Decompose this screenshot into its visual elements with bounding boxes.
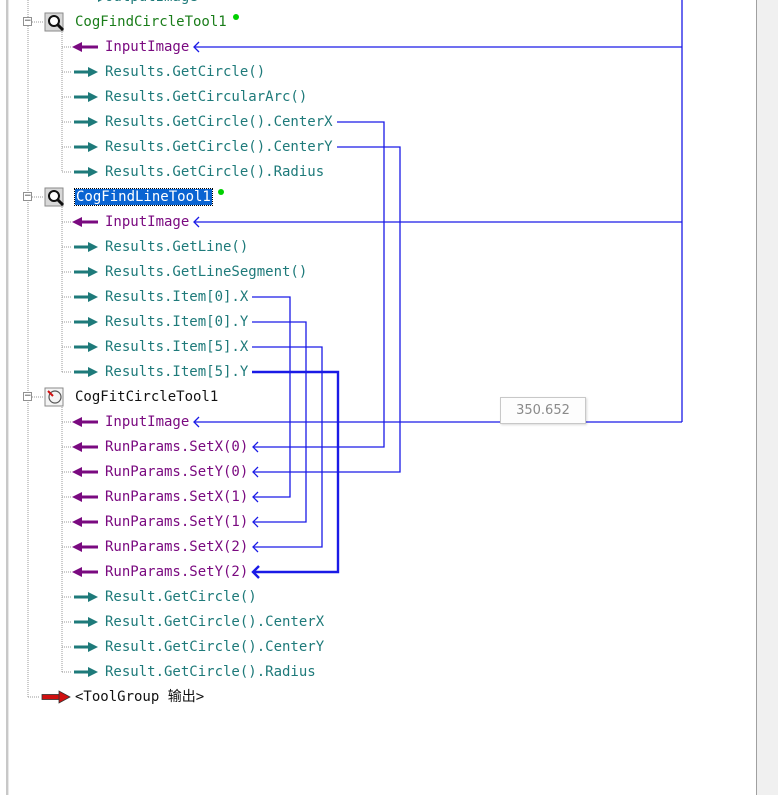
find-line-tool-icon bbox=[44, 187, 66, 207]
tool-tree: OutputImage − CogFindCircleTool1 InputImag… bbox=[0, 0, 778, 795]
tooltip-text: 350.652 bbox=[516, 403, 570, 418]
tool-name: CogFindCircleTool1 bbox=[75, 14, 227, 30]
tree-item[interactable]: Result.GetCircle().CenterY bbox=[105, 637, 324, 657]
tree-item-label: Results.GetCircle() bbox=[105, 64, 266, 80]
tree-item[interactable]: Result.GetCircle().CenterX bbox=[105, 612, 324, 632]
tree-item[interactable]: RunParams.SetY(1) bbox=[105, 512, 248, 532]
tree-item-label: Results.GetCircle().CenterY bbox=[105, 139, 333, 155]
tree-item-label: Results.GetLineSegment() bbox=[105, 264, 308, 280]
tree-tool-node[interactable]: CogFindCircleTool1 bbox=[75, 12, 239, 32]
tree-item-label: InputImage bbox=[105, 414, 190, 430]
tree-item[interactable]: Results.Item[5].X bbox=[105, 337, 248, 357]
tree-item[interactable]: Results.Item[5].Y bbox=[105, 362, 248, 382]
tree-item[interactable]: RunParams.SetX(2) bbox=[105, 537, 248, 557]
tool-name: CogFitCircleTool1 bbox=[75, 389, 219, 405]
tree-item-label: Results.GetCircle().CenterX bbox=[105, 114, 333, 130]
tree-item-label: Results.GetCircle().Radius bbox=[105, 164, 325, 180]
terminal-label: <ToolGroup 输出> bbox=[75, 689, 205, 705]
tree-item[interactable]: RunParams.SetX(1) bbox=[105, 487, 248, 507]
collapse-toggle[interactable]: − bbox=[23, 192, 32, 201]
tree-item[interactable]: Results.GetCircle().CenterX bbox=[105, 112, 333, 132]
toolgroup-output-node[interactable]: <ToolGroup 输出> bbox=[75, 687, 204, 707]
tree-item-label: InputImage bbox=[105, 39, 190, 55]
tree-item-label: Results.GetCircularArc() bbox=[105, 89, 308, 105]
fit-circle-tool-icon bbox=[44, 387, 66, 407]
collapse-toggle[interactable]: − bbox=[23, 17, 32, 26]
tree-item-label: Results.Item[5].X bbox=[105, 339, 249, 355]
tree-item[interactable]: Results.GetLine() bbox=[105, 237, 248, 257]
tree-item-label: InputImage bbox=[105, 214, 190, 230]
tree-item[interactable]: Results.GetCircle().CenterY bbox=[105, 137, 333, 157]
tree-tool-node[interactable]: CogFindLineTool1 bbox=[74, 187, 224, 207]
tree-item[interactable]: RunParams.SetX(0) bbox=[105, 437, 248, 457]
tree-item[interactable]: Results.Item[0].X bbox=[105, 287, 248, 307]
tree-item-label: RunParams.SetY(2) bbox=[105, 564, 249, 580]
tree-item-label: RunParams.SetY(0) bbox=[105, 464, 249, 480]
tree-item[interactable]: InputImage bbox=[105, 212, 189, 232]
tree-item-label: Results.Item[0].X bbox=[105, 289, 249, 305]
tree-item[interactable]: Results.GetCircle().Radius bbox=[105, 162, 324, 182]
tree-item-label: Results.Item[0].Y bbox=[105, 314, 249, 330]
tree-item-label: Result.GetCircle().Radius bbox=[105, 664, 316, 680]
tree-item-label: Result.GetCircle() bbox=[105, 589, 257, 605]
tree-item[interactable]: Result.GetCircle() bbox=[105, 587, 257, 607]
tree-item-label: Result.GetCircle().CenterY bbox=[105, 639, 325, 655]
modified-indicator bbox=[233, 14, 239, 20]
tree-item-label: RunParams.SetX(0) bbox=[105, 439, 249, 455]
tree-item[interactable]: Results.Item[0].Y bbox=[105, 312, 248, 332]
tool-name: CogFindLineTool1 bbox=[74, 188, 213, 206]
tree-item-label: RunParams.SetX(1) bbox=[105, 489, 249, 505]
tree-tool-node[interactable]: CogFitCircleTool1 bbox=[75, 387, 218, 407]
tree-item-label: OutputImage bbox=[105, 0, 198, 5]
tree-item[interactable]: InputImage bbox=[105, 37, 189, 57]
tree-item[interactable]: Results.GetCircularArc() bbox=[105, 87, 307, 107]
parameter-link-wire bbox=[253, 146, 401, 473]
modified-indicator bbox=[218, 189, 224, 195]
tree-item-label: Results.Item[5].Y bbox=[105, 364, 249, 380]
find-circle-tool-icon bbox=[44, 12, 66, 32]
tree-item[interactable]: Result.GetCircle().Radius bbox=[105, 662, 316, 682]
collapse-toggle[interactable]: − bbox=[23, 392, 32, 401]
tree-item[interactable]: InputImage bbox=[105, 412, 189, 432]
value-tooltip: 350.652 bbox=[500, 397, 586, 424]
tree-item-label: RunParams.SetY(1) bbox=[105, 514, 249, 530]
tree-item-label: RunParams.SetX(2) bbox=[105, 539, 249, 555]
tree-item-label: Result.GetCircle().CenterX bbox=[105, 614, 325, 630]
tree-item[interactable]: RunParams.SetY(2) bbox=[105, 562, 248, 582]
tree-item-output-image[interactable]: OutputImage bbox=[105, 0, 198, 7]
tree-item[interactable]: Results.GetCircle() bbox=[105, 62, 265, 82]
tree-item-label: Results.GetLine() bbox=[105, 239, 249, 255]
tree-item[interactable]: RunParams.SetY(0) bbox=[105, 462, 248, 482]
tree-item[interactable]: Results.GetLineSegment() bbox=[105, 262, 307, 282]
